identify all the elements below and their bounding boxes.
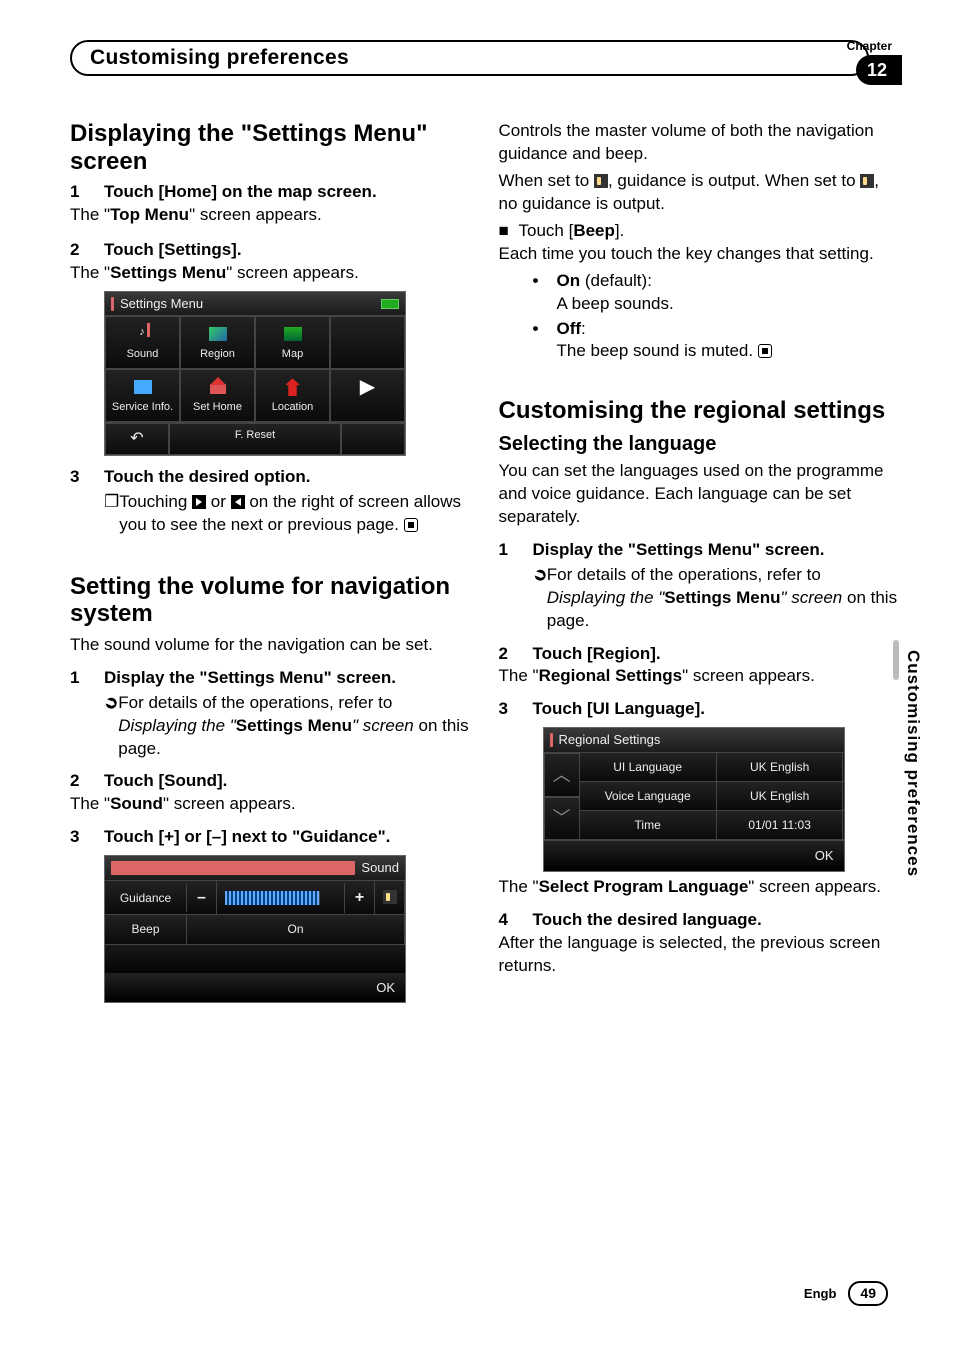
empty-cell [341, 423, 405, 455]
menu-item-set-home[interactable]: Set Home [180, 369, 255, 422]
back-button[interactable]: ↶ [105, 423, 169, 455]
service-icon [134, 380, 152, 394]
heading-customising-regional: Customising the regional settings [499, 397, 900, 425]
footer-lang: Engb [804, 1285, 837, 1303]
list-item[interactable]: UI LanguageUK English [580, 753, 844, 782]
side-accent-line [893, 640, 899, 680]
step-label: Touch [+] or [–] next to "Guidance". [104, 826, 471, 849]
next-icon [192, 495, 206, 509]
prev-icon [231, 495, 245, 509]
page-title: Customising preferences [90, 44, 349, 72]
end-section-icon [404, 518, 418, 532]
left-column: Displaying the "Settings Menu" screen 1T… [70, 120, 471, 1007]
step-number: 2 [70, 239, 104, 262]
step-number: 1 [499, 539, 533, 562]
accent-bar-icon [111, 861, 355, 875]
step-number: 1 [70, 181, 104, 204]
volume-bar[interactable] [217, 883, 345, 913]
paragraph: Controls the master volume of both the n… [499, 120, 900, 166]
battery-icon [381, 299, 399, 309]
settings-menu-screenshot: Settings Menu ♪Sound Region Map Service … [104, 291, 406, 456]
menu-item-sound[interactable]: ♪Sound [105, 316, 180, 369]
ok-button[interactable]: OK [544, 841, 844, 871]
screenshot-title: Regional Settings [559, 731, 661, 749]
heading-selecting-language: Selecting the language [499, 431, 900, 458]
flag-icon [209, 327, 227, 341]
list-item[interactable]: Voice LanguageUK English [580, 782, 844, 811]
accent-bar-icon [550, 733, 553, 747]
step-number: 3 [70, 826, 104, 849]
next-page-icon: ▶ [360, 374, 375, 401]
speaker-button[interactable] [375, 881, 405, 915]
paragraph: The "Settings Menu" screen appears. [70, 262, 471, 285]
regional-settings-screenshot: Regional Settings ︿ ﹀ UI LanguageUK Engl… [543, 727, 845, 872]
chapter-number-badge: 12 [856, 55, 902, 85]
paragraph: The sound volume for the navigation can … [70, 634, 471, 657]
paragraph: The "Regional Settings" screen appears. [499, 665, 900, 688]
speaker-off-icon [860, 174, 874, 188]
ok-button[interactable]: OK [105, 973, 405, 1003]
menu-item-map[interactable]: Map [255, 316, 330, 369]
volume-minus-button[interactable]: – [187, 881, 217, 915]
scroll-down-button[interactable]: ﹀ [544, 797, 580, 841]
home-icon [210, 380, 226, 394]
location-icon [286, 378, 300, 396]
factory-reset-button[interactable]: F. Reset [169, 423, 341, 455]
sound-screenshot: Sound Guidance – + Beep On OK [104, 855, 406, 1003]
page-number: 49 [848, 1281, 888, 1306]
speaker-on-icon [594, 174, 608, 188]
guidance-label: Guidance [105, 884, 187, 912]
right-column: Controls the master volume of both the n… [499, 120, 900, 1007]
menu-item-location[interactable]: Location [255, 369, 330, 422]
page-footer: Engb 49 [804, 1281, 888, 1306]
beep-label: Beep [105, 915, 187, 943]
heading-setting-volume: Setting the volume for navigation system [70, 573, 471, 628]
step-number: 1 [70, 667, 104, 690]
side-tab-title: Customising preferences [901, 650, 924, 877]
step-label: Touch [Home] on the map screen. [104, 181, 471, 204]
screenshot-title: Settings Menu [120, 295, 203, 313]
menu-item-service-info[interactable]: Service Info. [105, 369, 180, 422]
scroll-up-button[interactable]: ︿ [544, 753, 580, 797]
heading-displaying-settings: Displaying the "Settings Menu" screen [70, 120, 471, 175]
step-number: 2 [70, 770, 104, 793]
volume-plus-button[interactable]: + [345, 881, 375, 915]
map-icon [284, 327, 302, 341]
step-label: Touch [Settings]. [104, 239, 471, 262]
menu-item-region[interactable]: Region [180, 316, 255, 369]
cross-ref: ➲For details of the operations, refer to… [499, 564, 900, 633]
chapter-label: Chapter [847, 38, 892, 54]
step-label: Touch [Sound]. [104, 770, 471, 793]
step-label: Touch [UI Language]. [533, 698, 900, 721]
accent-bar-icon [111, 297, 114, 311]
end-section-icon [758, 344, 772, 358]
paragraph: Each time you touch the key changes that… [499, 243, 900, 266]
menu-item-empty [330, 316, 405, 369]
step-number: 3 [70, 466, 104, 489]
step-number: 3 [499, 698, 533, 721]
step-label: Touch the desired option. [104, 466, 471, 489]
paragraph: After the language is selected, the prev… [499, 932, 900, 978]
list-item[interactable]: Time01/01 11:03 [580, 811, 844, 840]
solid-bullet-icon: ■ [499, 220, 519, 243]
paragraph: The "Top Menu" screen appears. [70, 204, 471, 227]
screenshot-title: Sound [361, 859, 399, 877]
page-header: Customising preferences [70, 40, 869, 76]
paragraph: The "Sound" screen appears. [70, 793, 471, 816]
step-label: Touch [Region]. [533, 643, 900, 666]
step-label: Display the "Settings Menu" screen. [104, 667, 471, 690]
speaker-icon [383, 890, 397, 904]
paragraph: You can set the languages used on the pr… [499, 460, 900, 529]
step-number: 4 [499, 909, 533, 932]
step-label: Display the "Settings Menu" screen. [533, 539, 900, 562]
cross-ref: ➲For details of the operations, refer to… [70, 692, 471, 761]
paragraph: When set to , guidance is output. When s… [499, 170, 900, 216]
step-number: 2 [499, 643, 533, 666]
step-label: Touch the desired language. [533, 909, 900, 932]
menu-next-page[interactable]: ▶ [330, 369, 405, 422]
paragraph: The "Select Program Language" screen app… [499, 876, 900, 899]
beep-toggle[interactable]: On [187, 915, 405, 943]
note: ❐Touching or on the right of screen allo… [70, 491, 471, 537]
